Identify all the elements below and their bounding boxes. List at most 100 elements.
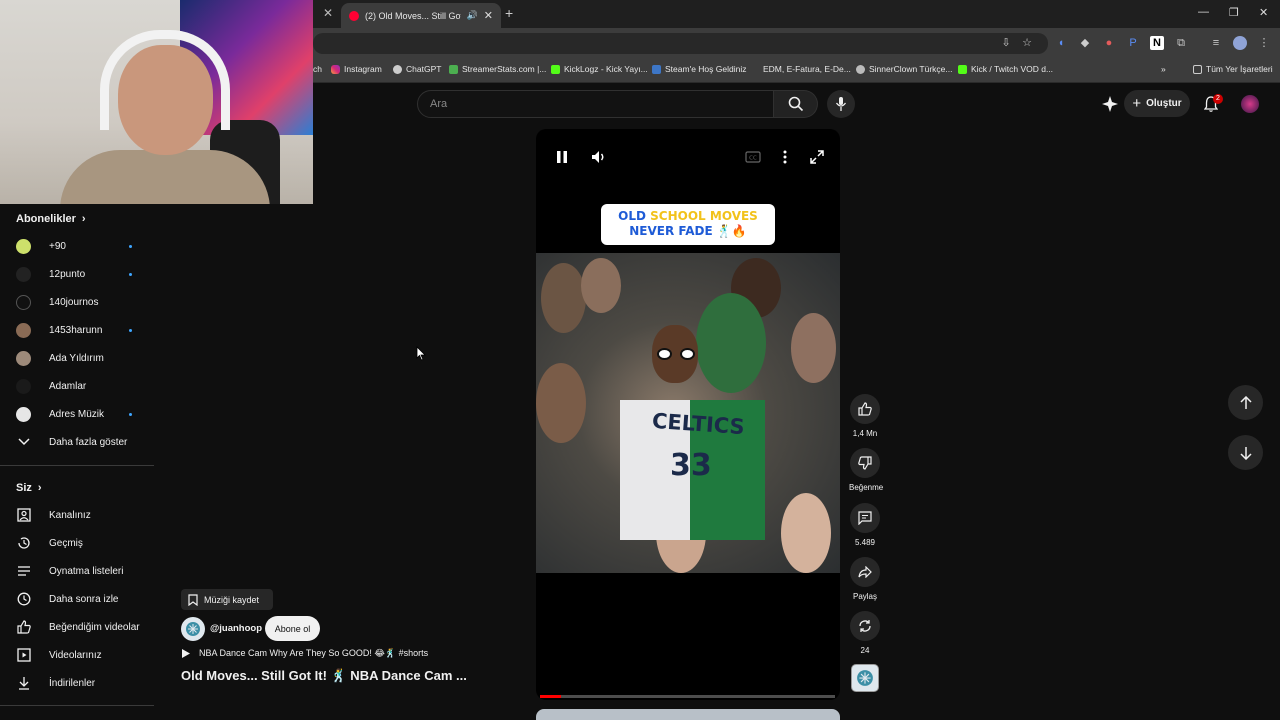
- subscriptions-title-label: Abonelikler: [16, 213, 76, 225]
- plus-icon: +: [1132, 95, 1142, 112]
- sidebar-item-liked[interactable]: Beğendiğim videolar: [0, 613, 154, 641]
- window-close-icon[interactable]: ✕: [1259, 6, 1268, 19]
- pause-button[interactable]: [552, 148, 572, 166]
- search-button[interactable]: [774, 90, 818, 118]
- like-button[interactable]: [850, 394, 880, 424]
- share-button[interactable]: [850, 557, 880, 587]
- close-tab-icon[interactable]: ✕: [484, 9, 493, 22]
- music-link[interactable]: NBA Dance Cam Why Are They So GOOD! 😂🕺 #…: [181, 648, 428, 659]
- extension-translate-icon[interactable]: ◖: [1054, 36, 1068, 50]
- sidebar-item-playlists[interactable]: Oynatma listeleri: [0, 557, 154, 585]
- restore-icon[interactable]: ❐: [1229, 6, 1239, 19]
- progress-track[interactable]: [540, 695, 835, 698]
- fullscreen-button[interactable]: [807, 148, 827, 166]
- like-count: 1,4 Mn: [852, 429, 878, 438]
- volume-button[interactable]: [589, 148, 609, 166]
- captions-icon: CC: [745, 151, 761, 163]
- captions-button[interactable]: CC: [743, 148, 763, 166]
- create-button[interactable]: + Oluştur: [1124, 90, 1190, 117]
- bookmark-label: Kick / Twitch VOD d...: [971, 64, 1054, 74]
- bookmark-label: SinnerClown Türkçe...: [869, 64, 953, 74]
- like-action[interactable]: 1,4 Mn: [849, 394, 881, 438]
- sound-thumbnail[interactable]: [851, 664, 879, 692]
- bookmark-item[interactable]: SinnerClown Türkçe...: [856, 64, 952, 74]
- banner-word: OLD: [618, 209, 646, 223]
- media-controls-icon[interactable]: ≡: [1209, 36, 1223, 50]
- you-section-title[interactable]: Siz ›: [16, 482, 42, 494]
- sidebar-item-sub[interactable]: 140journos: [0, 288, 154, 316]
- kicklogz-icon: [551, 64, 560, 74]
- remix-action[interactable]: 24: [849, 611, 881, 655]
- share-action[interactable]: Paylaş: [849, 557, 881, 601]
- install-icon[interactable]: ⇩: [999, 36, 1013, 50]
- sidebar-item-label: 140journos: [49, 296, 99, 308]
- steam-icon: [652, 64, 661, 74]
- bookmark-item[interactable]: ch: [313, 64, 322, 74]
- crowd-figure: [696, 293, 766, 393]
- show-more-button[interactable]: Daha fazla göster: [0, 428, 154, 456]
- close-icon[interactable]: ✕: [323, 6, 333, 20]
- video-title[interactable]: Old Moves... Still Got It! 🕺 NBA Dance C…: [181, 668, 467, 684]
- bookmark-item[interactable]: KickLogz - Kick Yayı...: [551, 64, 648, 74]
- sidebar-item-label: Geçmiş: [49, 537, 83, 549]
- play-icon: [182, 649, 190, 658]
- bookmark-item[interactable]: ChatGPT: [393, 64, 441, 74]
- star-icon[interactable]: ☆: [1020, 36, 1034, 50]
- next-short-button[interactable]: [1228, 435, 1263, 470]
- browser-menu-icon[interactable]: ⋮: [1257, 36, 1271, 50]
- minimize-icon[interactable]: —: [1198, 6, 1209, 18]
- extension-notion-icon[interactable]: N: [1150, 36, 1164, 50]
- share-icon: [858, 566, 872, 578]
- new-tab-icon[interactable]: +: [505, 5, 513, 21]
- extension-diamond-icon[interactable]: ◆: [1078, 36, 1092, 50]
- channel-avatar[interactable]: [181, 617, 205, 641]
- sidebar-item-history[interactable]: Geçmiş: [0, 529, 154, 557]
- bookmark-label: EDM, E-Fatura, E-De...: [763, 64, 851, 74]
- search-placeholder: Ara: [430, 98, 448, 110]
- sidebar-item-your-videos[interactable]: Videolarınız: [0, 641, 154, 669]
- comments-action[interactable]: 5.489: [849, 503, 881, 547]
- sidebar-item-downloads[interactable]: İndirilenler: [0, 669, 154, 697]
- bookmark-item[interactable]: Steam'e Hoş Geldiniz: [652, 64, 746, 74]
- sidebar-item-your-channel[interactable]: Kanalınız: [0, 501, 154, 529]
- sidebar-item-sub[interactable]: Adamlar: [0, 372, 154, 400]
- channel-name[interactable]: @juanhoop: [210, 623, 262, 634]
- all-bookmarks-button[interactable]: Tüm Yer İşaretleri: [1193, 64, 1273, 74]
- bookmark-item[interactable]: Instagram: [331, 64, 382, 74]
- search-input[interactable]: Ara: [417, 90, 774, 118]
- sidebar-item-watch-later[interactable]: Daha sonra izle: [0, 585, 154, 613]
- extensions-puzzle-icon[interactable]: ⧉: [1174, 36, 1188, 50]
- extension-p-icon[interactable]: P: [1126, 36, 1140, 50]
- dislike-action[interactable]: Beğenme: [849, 448, 883, 492]
- remix-button[interactable]: [850, 611, 880, 641]
- omnibox[interactable]: [313, 33, 1048, 54]
- search-icon: [788, 96, 803, 112]
- sidebar-item-label: 12punto: [49, 268, 86, 280]
- sidebar-item-sub[interactable]: Ada Yıldırım: [0, 344, 154, 372]
- voice-search-button[interactable]: [827, 90, 855, 118]
- comments-button[interactable]: [850, 503, 880, 533]
- tab-title: (2) Old Moves... Still Got It!: [365, 10, 461, 21]
- kick-icon: [958, 64, 967, 74]
- player-more-button[interactable]: [775, 148, 795, 166]
- save-music-button[interactable]: Müziği kaydet: [181, 589, 273, 610]
- subscriptions-title[interactable]: Abonelikler ›: [16, 213, 86, 225]
- account-avatar[interactable]: [1241, 95, 1259, 113]
- profile-icon[interactable]: [1233, 36, 1247, 50]
- extension-red-icon[interactable]: ●: [1102, 36, 1116, 50]
- previous-short-button[interactable]: [1228, 385, 1263, 420]
- channel-avatar: [16, 322, 31, 338]
- guide-sparkle-icon[interactable]: [1101, 95, 1119, 113]
- speaker-icon[interactable]: 🔊: [467, 10, 478, 21]
- next-short-thumbnail[interactable]: [536, 709, 840, 720]
- more-bookmarks-button[interactable]: »: [1161, 64, 1166, 74]
- bookmark-item[interactable]: StreamerStats.com |...: [449, 64, 546, 74]
- bookmark-item[interactable]: EDM, E-Fatura, E-De...: [753, 64, 851, 74]
- bookmark-label: StreamerStats.com |...: [462, 64, 547, 74]
- bookmark-label: ch: [313, 64, 322, 74]
- edm-icon: [753, 65, 759, 74]
- subscribe-button[interactable]: Abone ol: [265, 616, 320, 641]
- dislike-button[interactable]: [850, 448, 880, 478]
- browser-tab-active[interactable]: (2) Old Moves... Still Got It! 🔊 ✕: [341, 3, 501, 28]
- bookmark-item[interactable]: Kick / Twitch VOD d...: [958, 64, 1053, 74]
